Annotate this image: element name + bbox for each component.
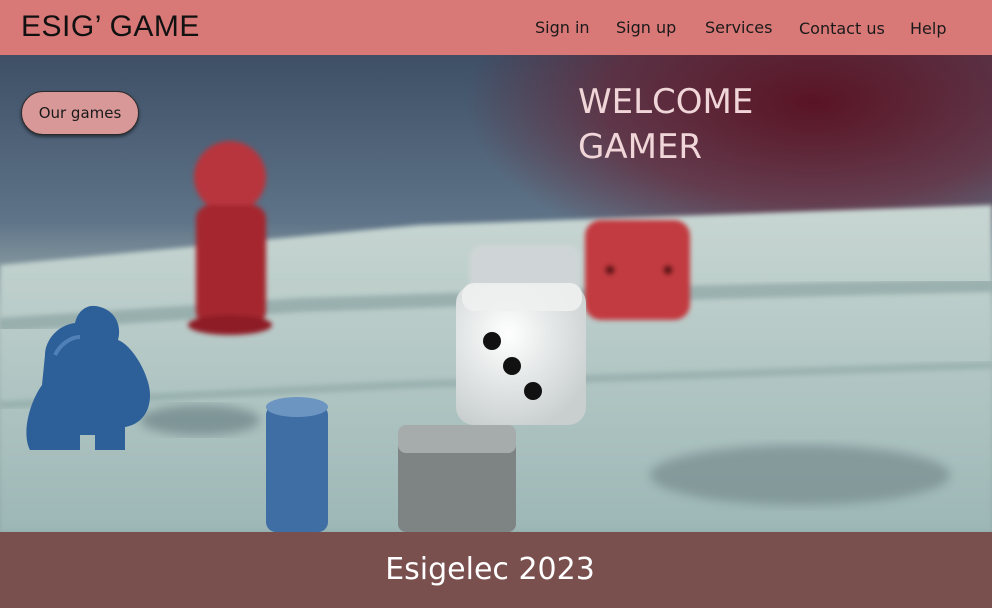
- nav-services[interactable]: Services: [705, 18, 772, 37]
- nav-sign-in[interactable]: Sign in: [535, 18, 590, 37]
- footer: Esigelec 2023: [0, 532, 992, 608]
- our-games-button[interactable]: Our games: [21, 91, 139, 135]
- welcome-line-1: WELCOME: [578, 82, 754, 122]
- nav-sign-up[interactable]: Sign up: [616, 18, 676, 37]
- site-logo[interactable]: ESIG’ GAME: [21, 10, 200, 44]
- welcome-heading: WELCOME GAMER: [578, 80, 838, 170]
- top-navbar: ESIG’ GAME Sign in Sign up Services Cont…: [0, 0, 992, 55]
- hero-background-image: [0, 55, 992, 532]
- nav-help[interactable]: Help: [910, 19, 946, 38]
- footer-text: Esigelec 2023: [385, 552, 595, 587]
- welcome-line-2: GAMER: [578, 127, 703, 167]
- page: ESIG’ GAME Sign in Sign up Services Cont…: [0, 0, 992, 608]
- hero-section: Our games WELCOME GAMER: [0, 55, 992, 532]
- nav-contact-us[interactable]: Contact us: [799, 19, 885, 38]
